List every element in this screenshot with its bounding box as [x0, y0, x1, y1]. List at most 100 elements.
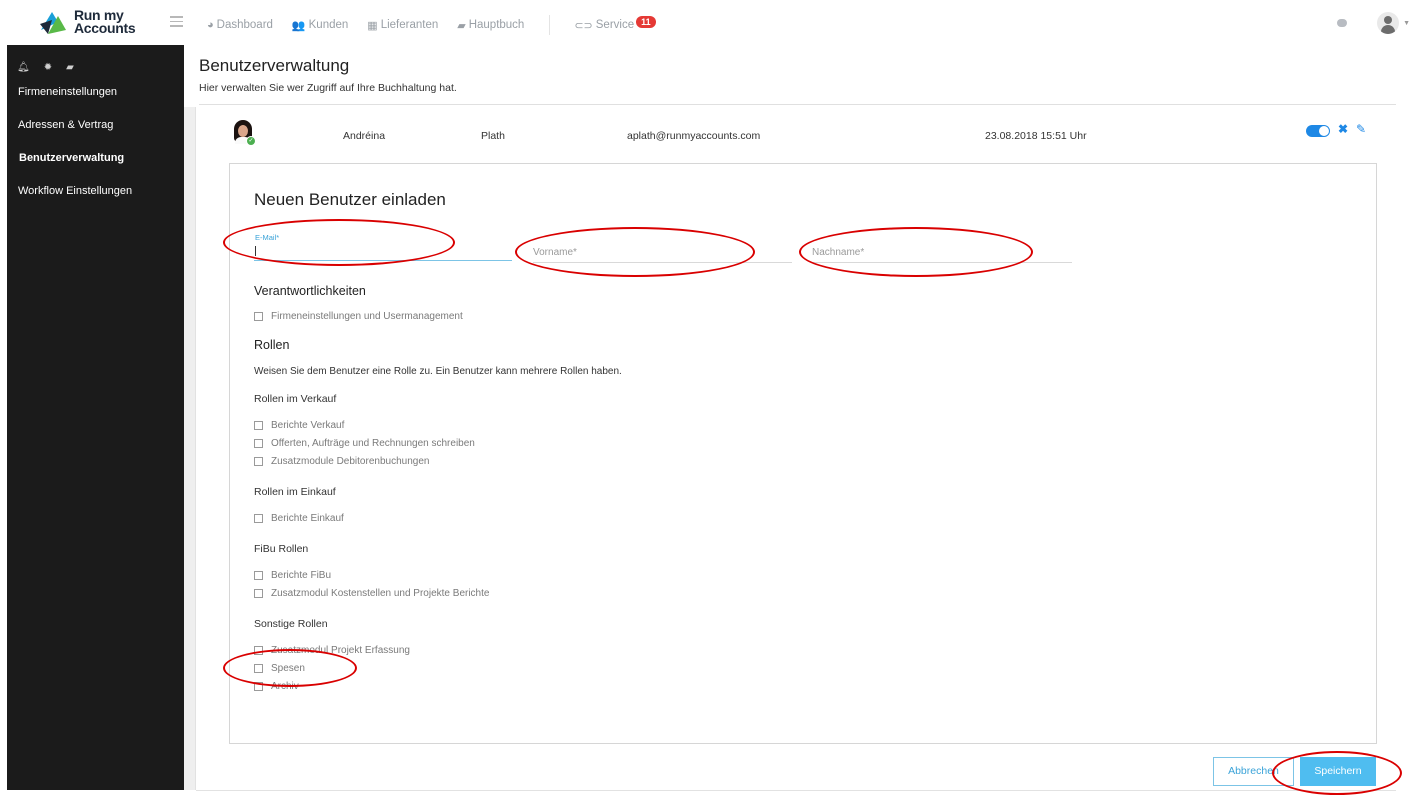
- top-right-controls: ▼: [1337, 12, 1410, 34]
- nachname-field[interactable]: [812, 233, 1072, 263]
- service-badge: 11: [636, 16, 656, 28]
- nav-kunden-label: Kunden: [308, 19, 349, 31]
- suppliers-icon: ▦: [367, 19, 378, 32]
- chat-icon[interactable]: [1337, 19, 1348, 27]
- nav-dashboard[interactable]: ◕ Dashboard: [207, 19, 273, 31]
- email-label: E-Mail*: [255, 233, 280, 242]
- checkbox-label: Berichte Verkauf: [271, 420, 345, 431]
- page-subtitle: Hier verwalten Sie wer Zugriff auf Ihre …: [199, 82, 457, 94]
- checkbox-archiv[interactable]: Archiv: [254, 681, 299, 692]
- sidebar-item-workflow-einstellungen[interactable]: Workflow Einstellungen: [7, 176, 184, 209]
- sidebar-item-benutzerverwaltung[interactable]: Benutzerverwaltung: [7, 143, 184, 176]
- checkbox-label: Zusatzmodul Kostenstellen und Projekte B…: [271, 588, 490, 599]
- vorname-field[interactable]: [533, 233, 792, 263]
- checkbox-box[interactable]: [254, 312, 263, 321]
- group-title-sonstige: Sonstige Rollen: [254, 618, 328, 630]
- checkbox-label: Zusatzmodul Projekt Erfassung: [271, 645, 410, 656]
- checkbox-firmeneinstellungen[interactable]: Firmeneinstellungen und Usermanagement: [254, 311, 463, 322]
- gear-icon[interactable]: ✹: [44, 62, 52, 73]
- checkbox-projekt-erfassung[interactable]: Zusatzmodul Projekt Erfassung: [254, 645, 410, 656]
- checkbox-box[interactable]: [254, 421, 263, 430]
- verified-check-icon: ✓: [246, 136, 256, 146]
- invite-title: Neuen Benutzer einladen: [254, 190, 446, 209]
- checkbox-box[interactable]: [254, 571, 263, 580]
- checkbox-box[interactable]: [254, 439, 263, 448]
- content-edge-line: [195, 107, 196, 790]
- checkbox-kostenstellen[interactable]: Zusatzmodul Kostenstellen und Projekte B…: [254, 588, 489, 599]
- user-email: aplath@runmyaccounts.com: [627, 130, 761, 142]
- divider: [199, 104, 1396, 105]
- sidebar-item-firmeneinstellungen[interactable]: Firmeneinstellungen: [7, 77, 184, 110]
- menu-toggle-icon[interactable]: [170, 16, 183, 27]
- group-title-verkauf: Rollen im Verkauf: [254, 393, 337, 405]
- user-active-toggle[interactable]: [1306, 125, 1330, 137]
- nav-service-label: Service: [595, 19, 635, 31]
- checkbox-spesen[interactable]: Spesen: [254, 663, 305, 674]
- checkbox-box[interactable]: [254, 514, 263, 523]
- user-first-name: Andréina: [343, 130, 386, 142]
- chevron-down-icon[interactable]: ▼: [1403, 20, 1410, 27]
- cancel-button[interactable]: Abbrechen: [1213, 757, 1294, 786]
- ledger-icon: ▰: [457, 19, 466, 32]
- nav-hauptbuch-label: Hauptbuch: [468, 19, 525, 31]
- email-field[interactable]: E-Mail*: [254, 231, 512, 261]
- checkbox-box[interactable]: [254, 664, 263, 673]
- vorname-input[interactable]: [533, 247, 792, 258]
- user-date: 23.08.2018 15:51 Uhr: [985, 130, 1087, 142]
- checkbox-box[interactable]: [254, 646, 263, 655]
- page-title: Benutzerverwaltung: [199, 56, 350, 75]
- save-button[interactable]: Speichern: [1300, 757, 1376, 786]
- checkbox-label: Berichte FiBu: [271, 570, 332, 581]
- nav-service[interactable]: ⊂⊃ Service 11: [574, 16, 656, 32]
- checkbox-label: Archiv: [271, 681, 299, 692]
- logo-line-2: Accounts: [74, 20, 136, 36]
- nav-divider: [549, 15, 551, 35]
- checkbox-debitorenbuchungen[interactable]: Zusatzmodule Debitorenbuchungen: [254, 456, 429, 467]
- bell-icon[interactable]: 🔔︎: [17, 62, 30, 73]
- logo-icon: [38, 8, 68, 36]
- nav-hauptbuch[interactable]: ▰ Hauptbuch: [457, 19, 524, 32]
- checkbox-label: Firmeneinstellungen und Usermanagement: [271, 311, 463, 322]
- user-avatar[interactable]: [1377, 12, 1400, 34]
- sidebar: 🔔︎ ✹ ▰ Firmeneinstellungen Adressen & Ve…: [7, 45, 184, 790]
- group-title-fibu: FiBu Rollen: [254, 543, 309, 555]
- checkbox-box[interactable]: [254, 682, 263, 691]
- book-icon[interactable]: ▰: [66, 62, 74, 73]
- user-last-name: Plath: [481, 130, 505, 142]
- top-bar: Run my Accounts ◕ Dashboard 👥 Kunden ▦ Lief…: [0, 0, 1424, 45]
- group-title-einkauf: Rollen im Einkauf: [254, 486, 336, 498]
- checkbox-label: Berichte Einkauf: [271, 513, 344, 524]
- bottom-divider: [196, 790, 1396, 791]
- checkbox-label: Zusatzmodule Debitorenbuchungen: [271, 456, 430, 467]
- sidebar-item-adressen-vertrag[interactable]: Adressen & Vertrag: [7, 110, 184, 143]
- text-cursor: [255, 246, 256, 256]
- user-photo: ✓: [232, 120, 256, 146]
- nachname-input[interactable]: [812, 247, 1072, 258]
- nav-kunden[interactable]: 👥 Kunden: [292, 19, 348, 32]
- roles-title: Rollen: [254, 338, 290, 352]
- customers-icon: 👥: [291, 19, 306, 32]
- top-nav: ◕ Dashboard 👥 Kunden ▦ Lieferanten ▰ Hauptbu…: [207, 15, 675, 35]
- checkbox-offerten[interactable]: Offerten, Aufträge und Rechnungen schrei…: [254, 438, 475, 449]
- logo[interactable]: Run my Accounts: [38, 8, 136, 36]
- nav-lieferanten-label: Lieferanten: [380, 19, 439, 31]
- nav-dashboard-label: Dashboard: [216, 19, 273, 31]
- checkbox-label: Spesen: [271, 663, 305, 674]
- user-row: ✓ Andréina Plath aplath@runmyaccounts.co…: [196, 113, 1396, 153]
- checkbox-berichte-verkauf[interactable]: Berichte Verkauf: [254, 420, 344, 431]
- logo-text: Run my Accounts: [74, 8, 136, 36]
- checkbox-box[interactable]: [254, 589, 263, 598]
- handshake-icon: ⊂⊃: [574, 19, 593, 32]
- invite-user-card: Neuen Benutzer einladen E-Mail* Verantwo…: [229, 163, 1377, 744]
- responsibilities-title: Verantwortlichkeiten: [254, 284, 366, 298]
- checkbox-berichte-fibu[interactable]: Berichte FiBu: [254, 570, 331, 581]
- dashboard-icon: ◕: [207, 19, 214, 31]
- nav-lieferanten[interactable]: ▦ Lieferanten: [367, 19, 438, 32]
- sidebar-icon-row: 🔔︎ ✹ ▰: [7, 45, 184, 77]
- pencil-icon[interactable]: ✎: [1356, 122, 1366, 136]
- checkbox-box[interactable]: [254, 457, 263, 466]
- close-icon[interactable]: ✖: [1338, 122, 1348, 136]
- roles-description: Weisen Sie dem Benutzer eine Rolle zu. E…: [254, 366, 622, 377]
- checkbox-berichte-einkauf[interactable]: Berichte Einkauf: [254, 513, 344, 524]
- checkbox-label: Offerten, Aufträge und Rechnungen schrei…: [271, 438, 475, 449]
